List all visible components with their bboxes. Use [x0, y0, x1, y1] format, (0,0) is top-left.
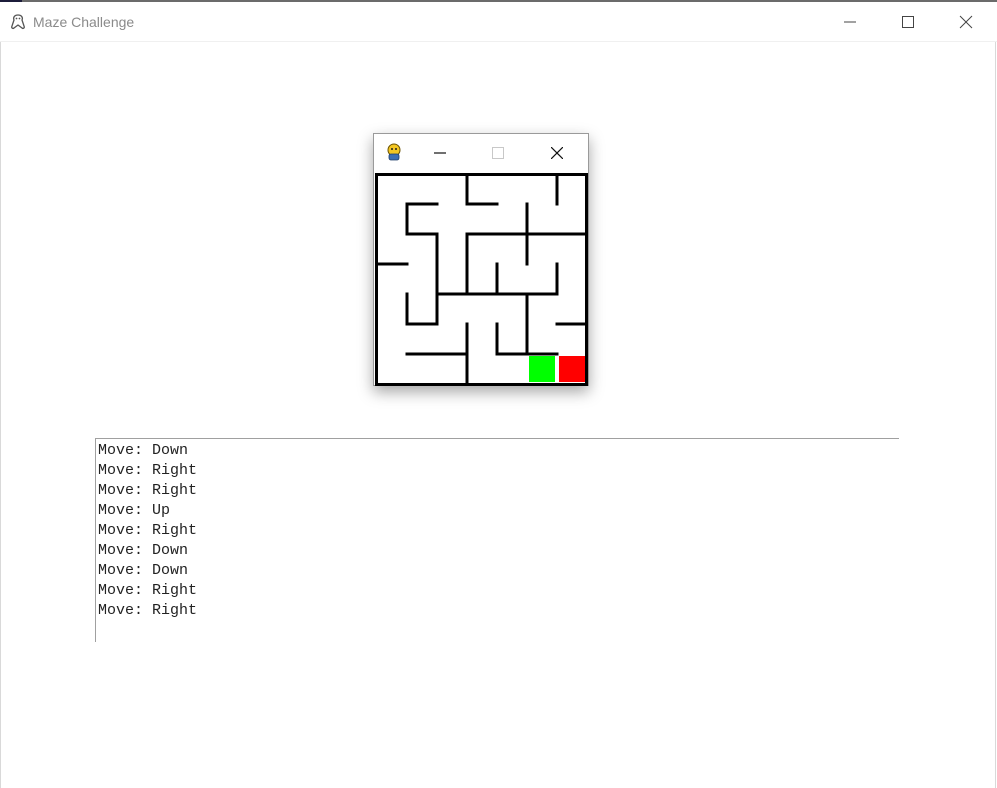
- maximize-button[interactable]: [881, 2, 937, 42]
- goal-cell: [559, 356, 585, 382]
- maze-window[interactable]: [373, 133, 589, 386]
- log-line: Move: Down: [98, 442, 189, 459]
- log-line: Move: Down: [98, 542, 189, 559]
- close-icon: [551, 147, 563, 159]
- log-line: Move: Right: [98, 462, 198, 479]
- maze-minimize-button[interactable]: [421, 134, 461, 172]
- close-button[interactable]: [939, 2, 995, 42]
- minimize-icon: [844, 21, 856, 23]
- window-title: Maze Challenge: [33, 14, 135, 30]
- log-line: Move: Right: [98, 582, 198, 599]
- maximize-icon: [492, 147, 504, 159]
- log-line: Move: Right: [98, 482, 198, 499]
- close-icon: [959, 15, 973, 29]
- log-line: Move: Up: [98, 502, 171, 519]
- python-snake-icon: [11, 14, 25, 30]
- log-line: Move: Down: [98, 562, 189, 579]
- log-line: Move: Right: [98, 602, 198, 619]
- maximize-icon: [902, 16, 914, 28]
- maze-maximize-button[interactable]: [479, 134, 519, 172]
- minimize-icon: [434, 152, 446, 154]
- minimize-button[interactable]: [823, 2, 879, 42]
- maze-canvas: [375, 173, 588, 386]
- window-frame: [0, 2, 996, 788]
- maze-window-title-bar[interactable]: [374, 134, 588, 172]
- start-cell: [529, 356, 555, 382]
- pygame-icon: [387, 143, 401, 161]
- move-log-textarea[interactable]: Move: Down Move: Right Move: Right Move:…: [95, 438, 899, 642]
- log-line: Move: Right: [98, 522, 198, 539]
- maze-close-button[interactable]: [538, 134, 578, 172]
- move-log-lines: Move: Down Move: Right Move: Right Move:…: [96, 439, 899, 621]
